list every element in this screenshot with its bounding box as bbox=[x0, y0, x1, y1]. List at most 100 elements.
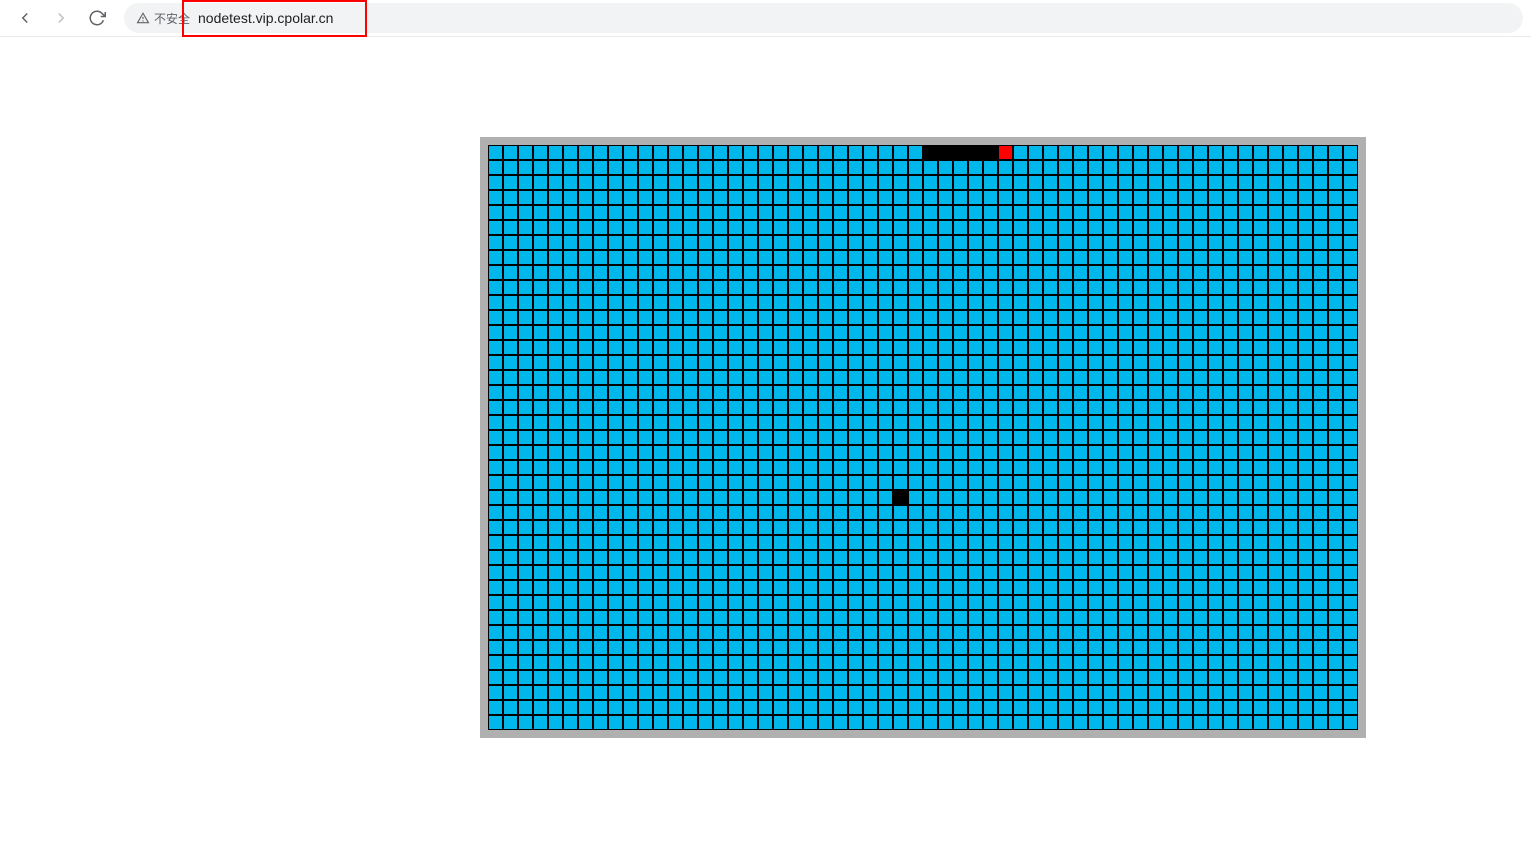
grid-cell bbox=[533, 160, 548, 175]
grid-cell bbox=[1103, 160, 1118, 175]
grid-cell bbox=[1133, 685, 1148, 700]
grid-cell bbox=[1283, 385, 1298, 400]
grid-cell bbox=[608, 505, 623, 520]
grid-cell bbox=[848, 700, 863, 715]
grid-cell bbox=[983, 460, 998, 475]
grid-cell bbox=[1073, 490, 1088, 505]
grid-cell bbox=[533, 625, 548, 640]
grid-cell bbox=[1118, 265, 1133, 280]
grid-cell bbox=[518, 370, 533, 385]
grid-cell bbox=[863, 340, 878, 355]
grid-cell bbox=[1283, 565, 1298, 580]
grid-cell bbox=[1283, 340, 1298, 355]
grid-cell bbox=[848, 385, 863, 400]
grid-cell bbox=[818, 295, 833, 310]
grid-cell bbox=[1208, 565, 1223, 580]
grid-cell bbox=[893, 190, 908, 205]
grid-cell bbox=[1118, 625, 1133, 640]
grid-cell bbox=[653, 595, 668, 610]
grid-cell bbox=[1013, 220, 1028, 235]
security-badge[interactable]: 不安全 bbox=[136, 10, 190, 27]
grid-cell bbox=[1343, 145, 1358, 160]
grid-cell bbox=[1163, 175, 1178, 190]
grid-cell bbox=[533, 565, 548, 580]
grid-cell bbox=[563, 190, 578, 205]
grid-cell bbox=[1253, 220, 1268, 235]
grid-cell bbox=[1313, 175, 1328, 190]
grid-cell bbox=[878, 625, 893, 640]
grid-cell bbox=[578, 340, 593, 355]
grid-cell bbox=[1028, 670, 1043, 685]
grid-cell bbox=[803, 430, 818, 445]
grid-cell bbox=[1223, 490, 1238, 505]
grid-cell bbox=[923, 490, 938, 505]
grid-cell bbox=[1268, 310, 1283, 325]
address-bar[interactable]: 不安全 nodetest.vip.cpolar.cn bbox=[124, 3, 1523, 33]
grid-cell bbox=[548, 415, 563, 430]
snake-game-board[interactable] bbox=[480, 137, 1366, 738]
grid-cell bbox=[1253, 580, 1268, 595]
grid-cell bbox=[1088, 430, 1103, 445]
back-button[interactable] bbox=[8, 4, 42, 32]
grid-cell bbox=[758, 625, 773, 640]
grid-cell bbox=[1343, 325, 1358, 340]
grid-cell bbox=[1313, 565, 1328, 580]
grid-cell bbox=[893, 625, 908, 640]
grid-cell bbox=[593, 340, 608, 355]
grid-cell bbox=[653, 685, 668, 700]
grid-cell bbox=[1298, 595, 1313, 610]
grid-cell bbox=[938, 325, 953, 340]
grid-cell bbox=[683, 670, 698, 685]
grid-cell bbox=[953, 265, 968, 280]
grid-cell bbox=[1028, 355, 1043, 370]
grid-cell bbox=[908, 640, 923, 655]
grid-cell bbox=[1298, 280, 1313, 295]
grid-cell bbox=[623, 655, 638, 670]
grid-cell bbox=[788, 595, 803, 610]
grid-cell bbox=[578, 355, 593, 370]
grid-cell bbox=[1223, 415, 1238, 430]
grid-cell bbox=[1328, 310, 1343, 325]
grid-cell bbox=[713, 670, 728, 685]
grid-cell bbox=[1313, 340, 1328, 355]
grid-cell bbox=[548, 340, 563, 355]
grid-cell bbox=[818, 475, 833, 490]
grid-cell bbox=[608, 325, 623, 340]
grid-cell bbox=[1178, 670, 1193, 685]
grid-cell bbox=[983, 580, 998, 595]
grid-cell bbox=[1118, 430, 1133, 445]
grid-cell bbox=[938, 430, 953, 445]
grid-cell bbox=[698, 655, 713, 670]
grid-cell bbox=[668, 655, 683, 670]
grid-cell bbox=[833, 325, 848, 340]
grid-cell bbox=[803, 385, 818, 400]
grid-cell bbox=[938, 505, 953, 520]
grid-cell bbox=[1163, 505, 1178, 520]
reload-button[interactable] bbox=[80, 4, 114, 32]
grid-cell bbox=[1298, 670, 1313, 685]
grid-cell bbox=[968, 535, 983, 550]
grid-cell bbox=[1043, 625, 1058, 640]
grid-cell bbox=[743, 235, 758, 250]
grid-cell bbox=[533, 400, 548, 415]
grid-cell bbox=[1073, 370, 1088, 385]
grid-cell bbox=[1223, 505, 1238, 520]
grid-cell bbox=[1058, 235, 1073, 250]
grid-cell bbox=[848, 160, 863, 175]
grid-cell bbox=[1133, 430, 1148, 445]
grid-cell bbox=[743, 310, 758, 325]
grid-cell bbox=[1073, 475, 1088, 490]
grid-cell bbox=[1253, 610, 1268, 625]
grid-cell bbox=[998, 700, 1013, 715]
grid-cell bbox=[968, 640, 983, 655]
forward-button[interactable] bbox=[44, 4, 78, 32]
grid-cell bbox=[863, 430, 878, 445]
grid-cell bbox=[533, 475, 548, 490]
grid-cell bbox=[863, 595, 878, 610]
grid-cell bbox=[1148, 685, 1163, 700]
grid-cell bbox=[1193, 550, 1208, 565]
grid-cell bbox=[968, 625, 983, 640]
grid-cell bbox=[488, 220, 503, 235]
grid-cell bbox=[1208, 445, 1223, 460]
grid-cell bbox=[1058, 505, 1073, 520]
